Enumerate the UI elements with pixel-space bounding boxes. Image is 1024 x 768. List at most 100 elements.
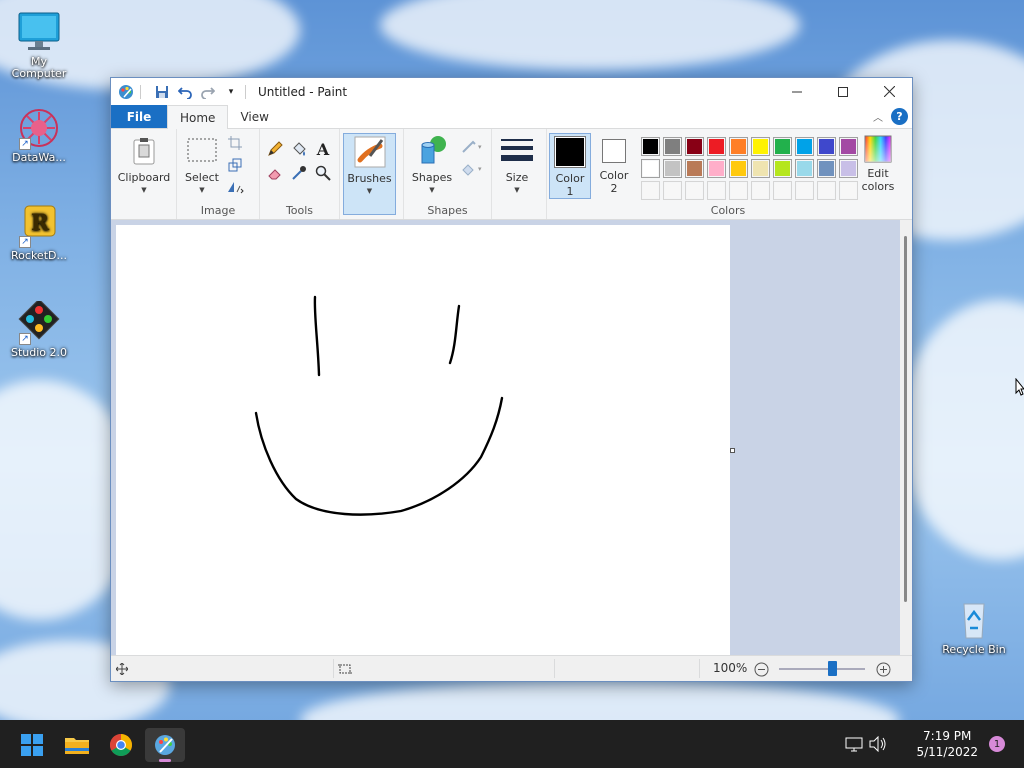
desktop-icon-studio[interactable]: ↗ Studio 2.0 xyxy=(3,298,75,359)
palette-swatch[interactable] xyxy=(685,137,704,156)
palette-swatch[interactable] xyxy=(817,137,836,156)
desktop-icon-my-computer[interactable]: My Computer xyxy=(3,10,75,80)
palette-swatch[interactable] xyxy=(817,181,836,200)
help-button[interactable]: ? xyxy=(891,108,908,125)
tab-home[interactable]: Home xyxy=(167,105,229,129)
palette-swatch[interactable] xyxy=(751,181,770,200)
color-2-button[interactable]: Color 2 xyxy=(593,133,635,199)
volume-icon[interactable] xyxy=(868,734,888,754)
palette-swatch[interactable] xyxy=(773,181,792,200)
palette-swatch-fill xyxy=(775,183,790,198)
network-icon[interactable] xyxy=(844,734,864,754)
color-palette xyxy=(641,137,863,203)
palette-swatch-fill xyxy=(731,183,746,198)
paint-window: ▾ Untitled - Paint File Home View ︿ ? Cl… xyxy=(110,77,913,682)
shapes-button[interactable]: Shapes ▼ xyxy=(404,133,460,215)
clock[interactable]: 7:19 PM 5/11/2022 xyxy=(916,728,978,760)
scrollbar-thumb[interactable] xyxy=(904,236,907,602)
image-group-label: Image xyxy=(200,204,236,217)
pencil-icon[interactable] xyxy=(265,139,285,159)
studio-icon: ↗ xyxy=(17,298,61,345)
color-picker-icon[interactable] xyxy=(289,163,309,183)
canvas-resize-handle[interactable] xyxy=(730,448,735,453)
palette-swatch[interactable] xyxy=(773,159,792,178)
palette-swatch[interactable] xyxy=(751,137,770,156)
palette-swatch[interactable] xyxy=(751,159,770,178)
text-tool-icon[interactable]: A xyxy=(313,139,333,159)
zoom-out-button[interactable] xyxy=(751,659,771,679)
brushes-group: Brushes ▼ xyxy=(340,129,404,219)
vertical-scrollbar[interactable] xyxy=(900,220,912,655)
undo-icon[interactable] xyxy=(177,84,193,100)
palette-swatch[interactable] xyxy=(685,181,704,200)
ribbon: Clipboard ▼ Select ▼ Image A Tools Brush… xyxy=(111,129,912,220)
chrome-button[interactable] xyxy=(101,728,141,762)
palette-swatch[interactable] xyxy=(729,137,748,156)
palette-swatch[interactable] xyxy=(685,159,704,178)
redo-icon[interactable] xyxy=(200,84,216,100)
clipboard-button[interactable]: Clipboard ▼ xyxy=(115,133,173,215)
palette-swatch[interactable] xyxy=(707,137,726,156)
zoom-slider[interactable] xyxy=(779,661,865,676)
palette-swatch[interactable] xyxy=(707,181,726,200)
maximize-button[interactable] xyxy=(820,78,866,105)
desktop-icon-recycle-bin[interactable]: Recycle Bin xyxy=(938,598,1010,656)
tab-file[interactable]: File xyxy=(111,105,167,128)
palette-swatch[interactable] xyxy=(729,181,748,200)
palette-swatch[interactable] xyxy=(795,159,814,178)
color-1-fill xyxy=(556,138,584,166)
select-button[interactable]: Select ▼ xyxy=(179,133,225,215)
palette-swatch-fill xyxy=(819,139,834,154)
cursor-position-icon xyxy=(112,659,132,679)
fill-bucket-icon[interactable] xyxy=(289,139,309,159)
zoom-in-button[interactable] xyxy=(873,659,893,679)
desktop-icon-rocketdock[interactable]: R ↗ RocketD... xyxy=(3,204,75,262)
paint-taskbar-button[interactable] xyxy=(145,728,185,762)
fill-icon[interactable]: ▾ xyxy=(460,159,486,179)
palette-swatch[interactable] xyxy=(663,137,682,156)
zoom-slider-thumb[interactable] xyxy=(827,661,837,676)
palette-swatch[interactable] xyxy=(663,181,682,200)
rotate-icon[interactable] xyxy=(225,177,245,197)
desktop-icon-datawatch[interactable]: ↗ DataWa... xyxy=(3,106,75,164)
crop-icon[interactable] xyxy=(225,133,245,153)
palette-swatch[interactable] xyxy=(641,137,660,156)
magnifier-icon[interactable] xyxy=(313,163,333,183)
taskbar: 7:19 PM 5/11/2022 1 xyxy=(0,720,1024,768)
brushes-button[interactable]: Brushes ▼ xyxy=(343,133,396,215)
folder-icon xyxy=(65,738,89,754)
line-size-icon xyxy=(501,135,533,167)
collapse-ribbon-icon[interactable]: ︿ xyxy=(873,109,883,124)
svg-text:▾: ▾ xyxy=(478,165,482,173)
resize-icon[interactable] xyxy=(225,155,245,175)
colors-group-label: Colors xyxy=(710,204,746,217)
palette-swatch[interactable] xyxy=(641,181,660,200)
edit-colors-button[interactable]: Edit colors xyxy=(853,133,903,199)
mouse-cursor-icon xyxy=(1015,377,1024,399)
right-eye-stroke xyxy=(448,304,461,365)
palette-swatch[interactable] xyxy=(817,159,836,178)
paint-app-icon[interactable] xyxy=(118,84,134,100)
palette-swatch[interactable] xyxy=(795,181,814,200)
notification-badge[interactable]: 1 xyxy=(989,736,1005,752)
save-icon[interactable] xyxy=(154,84,170,100)
close-button[interactable] xyxy=(866,78,912,105)
palette-swatch[interactable] xyxy=(663,159,682,178)
drawing-canvas[interactable] xyxy=(116,225,730,655)
palette-swatch[interactable] xyxy=(773,137,792,156)
eraser-icon[interactable] xyxy=(265,163,285,183)
palette-swatch[interactable] xyxy=(729,159,748,178)
customize-quick-access-icon[interactable]: ▾ xyxy=(223,84,239,100)
tab-view[interactable]: View xyxy=(228,105,280,128)
color-1-button[interactable]: Color 1 xyxy=(549,133,591,199)
outline-icon[interactable]: ▾ xyxy=(460,137,486,157)
palette-swatch[interactable] xyxy=(707,159,726,178)
palette-swatch[interactable] xyxy=(795,137,814,156)
size-button[interactable]: Size ▼ xyxy=(492,133,542,215)
file-explorer-button[interactable] xyxy=(57,728,97,762)
start-button[interactable] xyxy=(12,728,52,762)
minimize-button[interactable] xyxy=(774,78,820,105)
palette-swatch[interactable] xyxy=(641,159,660,178)
paint-icon xyxy=(155,735,175,755)
title-bar[interactable]: ▾ Untitled - Paint xyxy=(111,78,912,105)
